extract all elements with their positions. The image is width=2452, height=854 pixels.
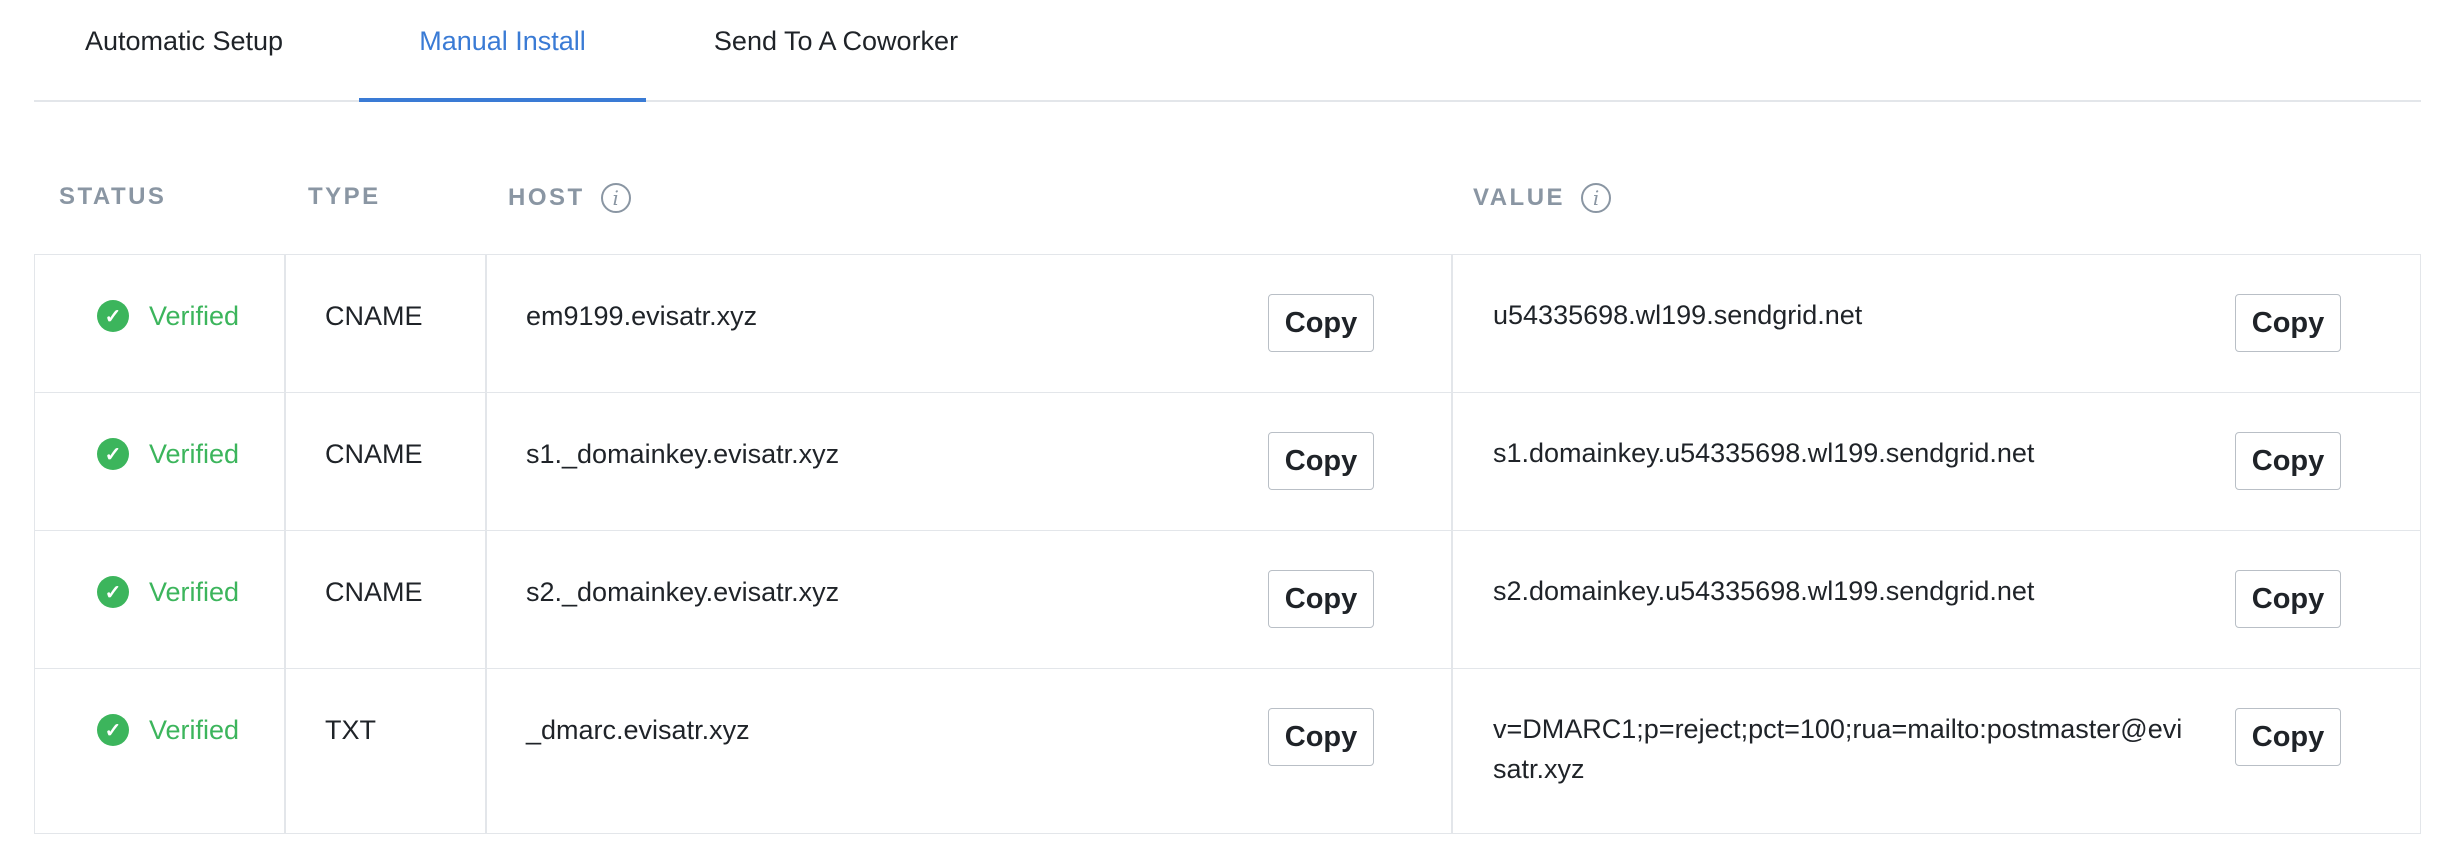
table-row: ✓ Verified CNAME em9199.evisatr.xyz Copy… [35, 255, 2420, 393]
table-row: ✓ Verified TXT _dmarc.evisatr.xyz Copy v… [35, 669, 2420, 832]
record-value: v=DMARC1;p=reject;pct=100;rua=mailto:pos… [1493, 714, 2183, 784]
column-header-status-label: STATUS [59, 183, 167, 210]
info-circle-icon[interactable]: i [1581, 183, 1612, 213]
column-header-type: TYPE [308, 183, 381, 211]
record-host: s2._domainkey.evisatr.xyz [526, 577, 840, 607]
tab-manual-install[interactable]: Manual Install [359, 0, 646, 102]
record-type: CNAME [325, 301, 423, 331]
copy-host-button[interactable]: Copy [1268, 570, 1374, 628]
record-value: s2.domainkey.u54335698.wl199.sendgrid.ne… [1493, 576, 2035, 606]
column-header-status: STATUS [59, 183, 166, 211]
record-value: s1.domainkey.u54335698.wl199.sendgrid.ne… [1493, 438, 2035, 468]
status-text: Verified [149, 714, 240, 745]
tab-automatic-setup[interactable]: Automatic Setup [74, 0, 294, 100]
check-circle-icon: ✓ [97, 438, 129, 470]
status-cell: ✓ Verified [97, 300, 239, 332]
install-tabs: Automatic Setup Manual Install Send To A… [34, 0, 2421, 102]
copy-value-button[interactable]: Copy [2235, 570, 2341, 628]
column-header-host: HOST i [508, 183, 631, 213]
column-header-value-label: VALUE [1473, 184, 1566, 211]
status-text: Verified [149, 438, 240, 469]
tab-send-to-coworker[interactable]: Send To A Coworker [701, 0, 971, 100]
check-circle-icon: ✓ [97, 300, 129, 332]
status-cell: ✓ Verified [97, 576, 239, 608]
copy-value-button[interactable]: Copy [2235, 708, 2341, 766]
copy-host-button[interactable]: Copy [1268, 294, 1374, 352]
column-header-type-label: TYPE [308, 183, 381, 210]
status-cell: ✓ Verified [97, 714, 239, 746]
check-circle-icon: ✓ [97, 714, 129, 746]
record-type: TXT [325, 715, 376, 745]
check-circle-icon: ✓ [97, 576, 129, 608]
record-type: CNAME [325, 577, 423, 607]
status-cell: ✓ Verified [97, 438, 239, 470]
column-header-value: VALUE i [1473, 183, 1612, 213]
record-host: _dmarc.evisatr.xyz [526, 715, 750, 745]
record-value: u54335698.wl199.sendgrid.net [1493, 300, 1863, 330]
status-text: Verified [149, 300, 240, 331]
record-host: s1._domainkey.evisatr.xyz [526, 439, 840, 469]
column-header-host-label: HOST [508, 184, 585, 211]
status-text: Verified [149, 576, 240, 607]
copy-value-button[interactable]: Copy [2235, 432, 2341, 490]
copy-host-button[interactable]: Copy [1268, 708, 1374, 766]
copy-value-button[interactable]: Copy [2235, 294, 2341, 352]
record-type: CNAME [325, 439, 423, 469]
info-circle-icon[interactable]: i [600, 183, 631, 213]
table-row: ✓ Verified CNAME s2._domainkey.evisatr.x… [35, 531, 2420, 669]
record-host: em9199.evisatr.xyz [526, 301, 758, 331]
copy-host-button[interactable]: Copy [1268, 432, 1374, 490]
dns-records-table: ✓ Verified CNAME em9199.evisatr.xyz Copy… [34, 254, 2421, 834]
table-row: ✓ Verified CNAME s1._domainkey.evisatr.x… [35, 393, 2420, 531]
